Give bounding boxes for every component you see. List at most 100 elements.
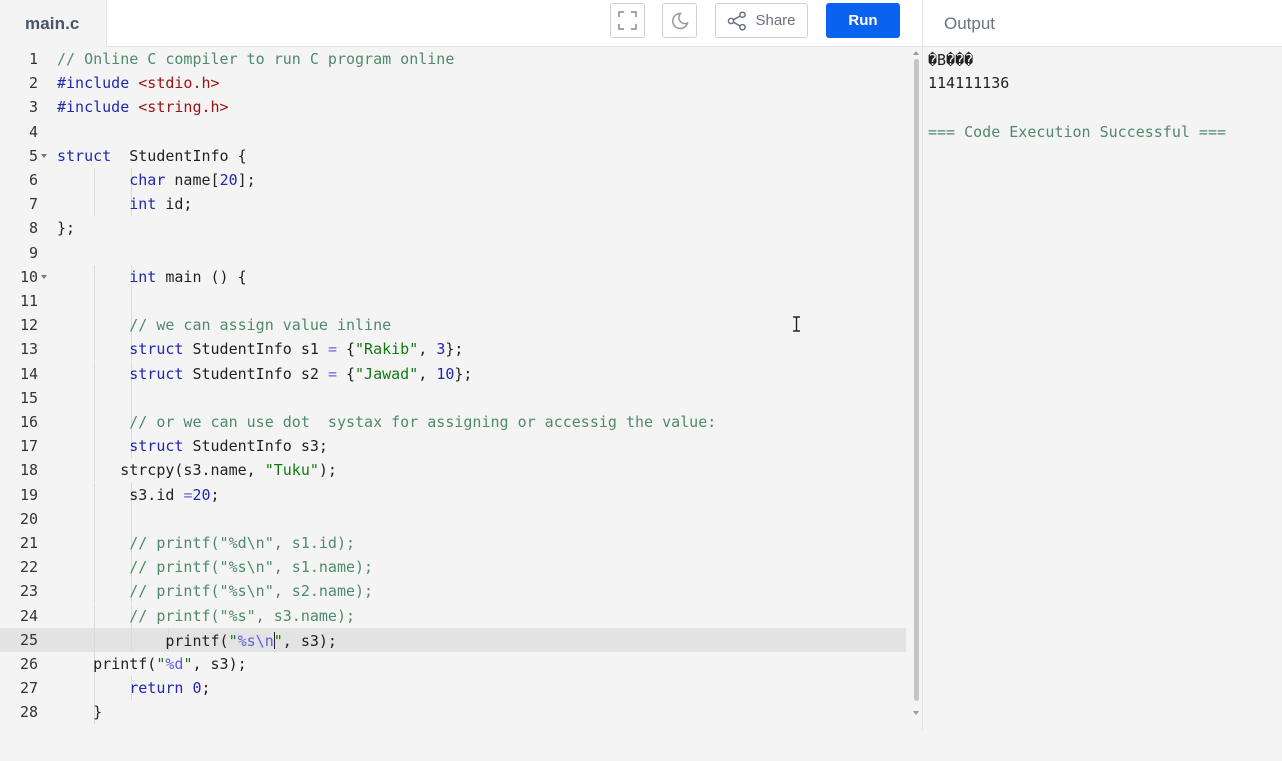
code-token: " (228, 631, 238, 650)
line-number: 4 (28, 122, 38, 141)
code-line[interactable]: 6 char name[20]; (0, 168, 906, 192)
share-button[interactable]: Share (715, 3, 808, 38)
code-line[interactable]: 25 printf("%s\n", s3); (0, 627, 906, 652)
code-token: // printf("%s\n", s2.name); (129, 582, 374, 601)
code-token: 20 (192, 485, 211, 504)
code-text: struct StudentInfo s1 = {"Rakib", 3}; (57, 341, 463, 357)
line-number: 2 (28, 74, 38, 93)
code-text: char name[20]; (57, 171, 255, 189)
code-line[interactable]: 20 (0, 506, 906, 531)
run-label: Run (848, 12, 878, 29)
code-token: "Jawad" (355, 364, 419, 383)
code-token: #include (57, 74, 139, 93)
theme-toggle-button[interactable] (662, 3, 697, 38)
fullscreen-button[interactable] (610, 3, 645, 38)
line-number: 27 (19, 679, 38, 698)
code-token: , s3); (282, 631, 337, 650)
code-line[interactable]: 28 } (0, 700, 906, 725)
code-line[interactable]: 10 int main () { (0, 264, 906, 289)
top-bar: main.c Share Run Output (0, 0, 1282, 47)
line-number: 3 (28, 98, 38, 117)
code-token: s3.id (129, 485, 184, 504)
code-token: }; (57, 219, 76, 238)
code-line[interactable]: 21 // printf("%d\n", s1.id); (0, 531, 906, 555)
code-line[interactable]: 16 // or we can use dot systax for assig… (0, 410, 906, 434)
line-number: 12 (19, 316, 38, 335)
code-token: " (273, 631, 283, 650)
code-text: } (57, 704, 102, 720)
code-line[interactable]: 8}; (0, 216, 906, 240)
code-token: = (327, 340, 337, 359)
code-text: // we can assign value inline (57, 317, 391, 333)
indent-guide (131, 289, 132, 313)
code-token: "Tuku" (264, 461, 319, 480)
line-number: 10 (19, 267, 38, 286)
code-line[interactable]: 7 int id; (0, 192, 906, 217)
code-token: name[ (165, 171, 220, 189)
code-line[interactable]: 14 struct StudentInfo s2 = {"Jawad", 10}… (0, 361, 906, 386)
fullscreen-icon (618, 11, 637, 30)
code-text: }; (57, 220, 75, 236)
indent-guide (131, 385, 132, 410)
line-number: 23 (19, 582, 38, 601)
line-number: 11 (19, 292, 38, 310)
code-line[interactable]: 24 // printf("%s", s3.name); (0, 603, 906, 628)
moon-icon (671, 12, 689, 29)
code-text: // or we can use dot systax for assignin… (57, 414, 716, 430)
code-line[interactable]: 27 return 0; (0, 676, 906, 701)
code-line[interactable]: 2 #include <stdio.h> (0, 71, 906, 95)
code-token: } (93, 703, 103, 722)
code-token: { (336, 340, 356, 359)
code-line[interactable]: 13 struct StudentInfo s1 = {"Rakib", 3}; (0, 337, 906, 362)
code-editor[interactable]: 1 // Online C compiler to run C program o… (0, 47, 922, 730)
code-line[interactable]: 19 s3.id =20; (0, 482, 906, 507)
file-tab-label: main.c (25, 13, 80, 33)
code-line[interactable]: 11 (0, 289, 906, 313)
code-line[interactable]: 12 // we can assign value inline (0, 313, 906, 338)
line-number: 7 (28, 195, 38, 214)
code-line[interactable]: 9 (0, 241, 906, 265)
code-line[interactable]: 4 (0, 120, 906, 144)
code-text: // printf("%d\n", s1.id); (57, 535, 355, 551)
fold-arrow-icon[interactable] (41, 153, 47, 158)
share-label: Share (755, 12, 796, 29)
line-number: 16 (19, 413, 38, 431)
code-line[interactable]: 1 // Online C compiler to run C program o… (0, 47, 906, 71)
code-token: struct (57, 146, 112, 165)
code-line[interactable]: 5 struct StudentInfo { (0, 144, 906, 168)
code-token: }; (454, 364, 473, 383)
line-number: 17 (19, 437, 38, 456)
code-line[interactable]: 22 // printf("%s\n", s1.name); (0, 555, 906, 580)
scroll-up-arrow-icon[interactable] (913, 51, 919, 55)
code-line[interactable]: 26 printf("%d", s3); (0, 652, 906, 676)
line-number: 6 (28, 171, 38, 189)
code-line[interactable]: 15 (0, 385, 906, 410)
code-token: char (129, 171, 166, 189)
line-number: 21 (19, 534, 38, 552)
code-text: int id; (57, 196, 192, 212)
execution-status: === Code Execution Successful === (928, 123, 1227, 141)
code-line[interactable]: 3 #include <string.h> (0, 95, 906, 119)
code-line[interactable]: 17 struct StudentInfo s3; (0, 434, 906, 459)
scrollbar-thumb[interactable] (914, 59, 919, 701)
code-token: 10 (436, 364, 455, 383)
run-button[interactable]: Run (826, 3, 900, 38)
code-text: printf("%s\n", s3); (57, 631, 337, 650)
code-line[interactable]: 23 // printf("%s\n", s2.name); (0, 579, 906, 604)
code-token: int (129, 195, 157, 214)
file-tab-main-c[interactable]: main.c (0, 0, 107, 47)
code-line[interactable]: 18 strcpy(s3.name, "Tuku"); (0, 458, 906, 483)
output-tab-label: Output (944, 13, 996, 33)
code-token: main () { (156, 267, 247, 286)
fold-arrow-icon[interactable] (41, 274, 47, 279)
code-text: strcpy(s3.name, "Tuku"); (57, 462, 337, 478)
scroll-down-arrow-icon[interactable] (913, 711, 919, 715)
editor-scrollbar[interactable] (909, 47, 922, 730)
